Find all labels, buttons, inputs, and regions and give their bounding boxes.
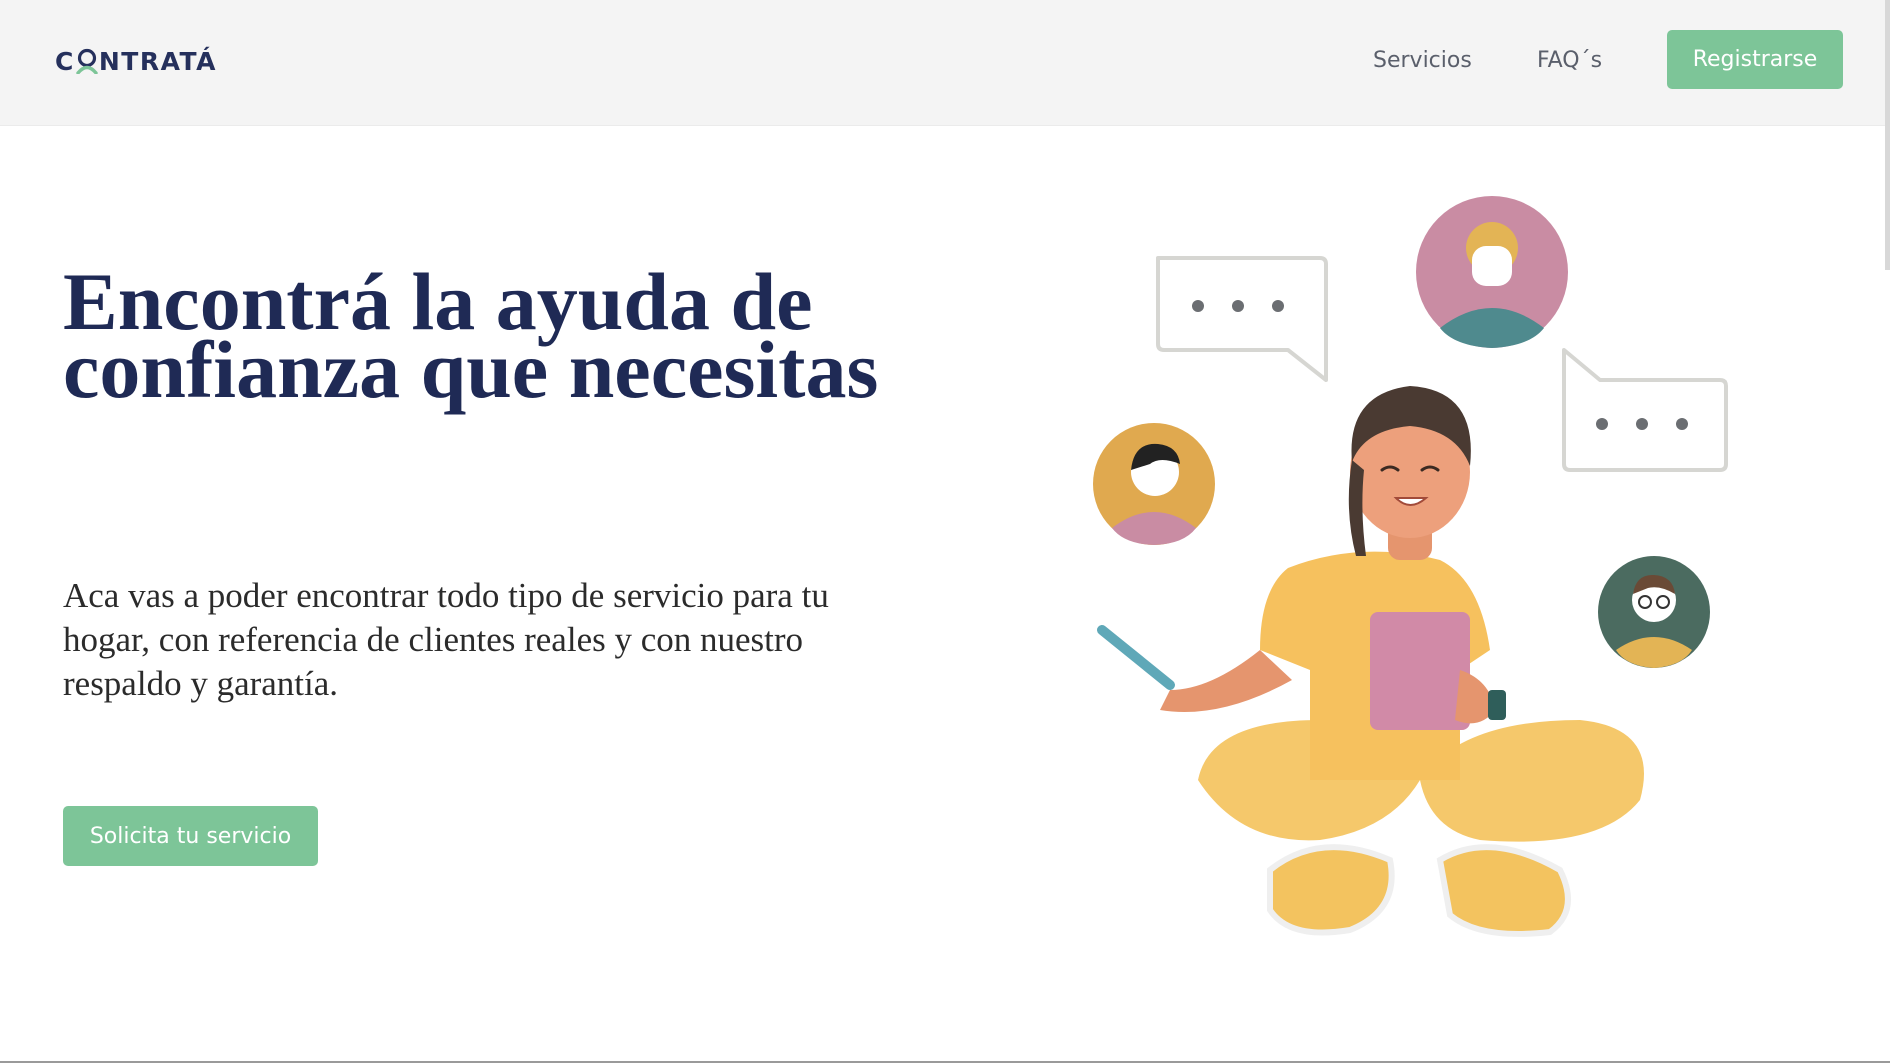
- request-service-button[interactable]: Solicita tu servicio: [63, 806, 318, 866]
- register-button[interactable]: Registrarse: [1667, 30, 1843, 89]
- top-navbar: C NTRATÁ Servicios FAQ´s Registrarse: [0, 0, 1888, 125]
- speech-bubble-icon: [1156, 256, 1328, 382]
- avatar-icon: [1093, 423, 1215, 545]
- person-o-icon: [76, 48, 98, 75]
- scrollbar[interactable]: [1885, 0, 1890, 270]
- avatar-icon: [1598, 556, 1710, 668]
- logo-letters-ntrata: NTRATÁ: [98, 47, 217, 76]
- nav-link-faq[interactable]: FAQ´s: [1537, 44, 1602, 78]
- nav-link-servicios[interactable]: Servicios: [1373, 44, 1472, 78]
- logo-letter-c: C: [55, 47, 75, 76]
- avatar-icon: [1416, 196, 1568, 348]
- hero-title: Encontrá la ayuda de confianza que neces…: [63, 256, 879, 415]
- hero-description: Aca vas a poder encontrar todo tipo de s…: [63, 576, 829, 703]
- page: C NTRATÁ Servicios FAQ´s Registrarse Enco…: [0, 0, 1890, 1063]
- person-with-tablet-illustration: [1060, 180, 1760, 960]
- speech-bubble-icon: [1562, 348, 1728, 472]
- brand-logo[interactable]: C NTRATÁ: [55, 44, 217, 80]
